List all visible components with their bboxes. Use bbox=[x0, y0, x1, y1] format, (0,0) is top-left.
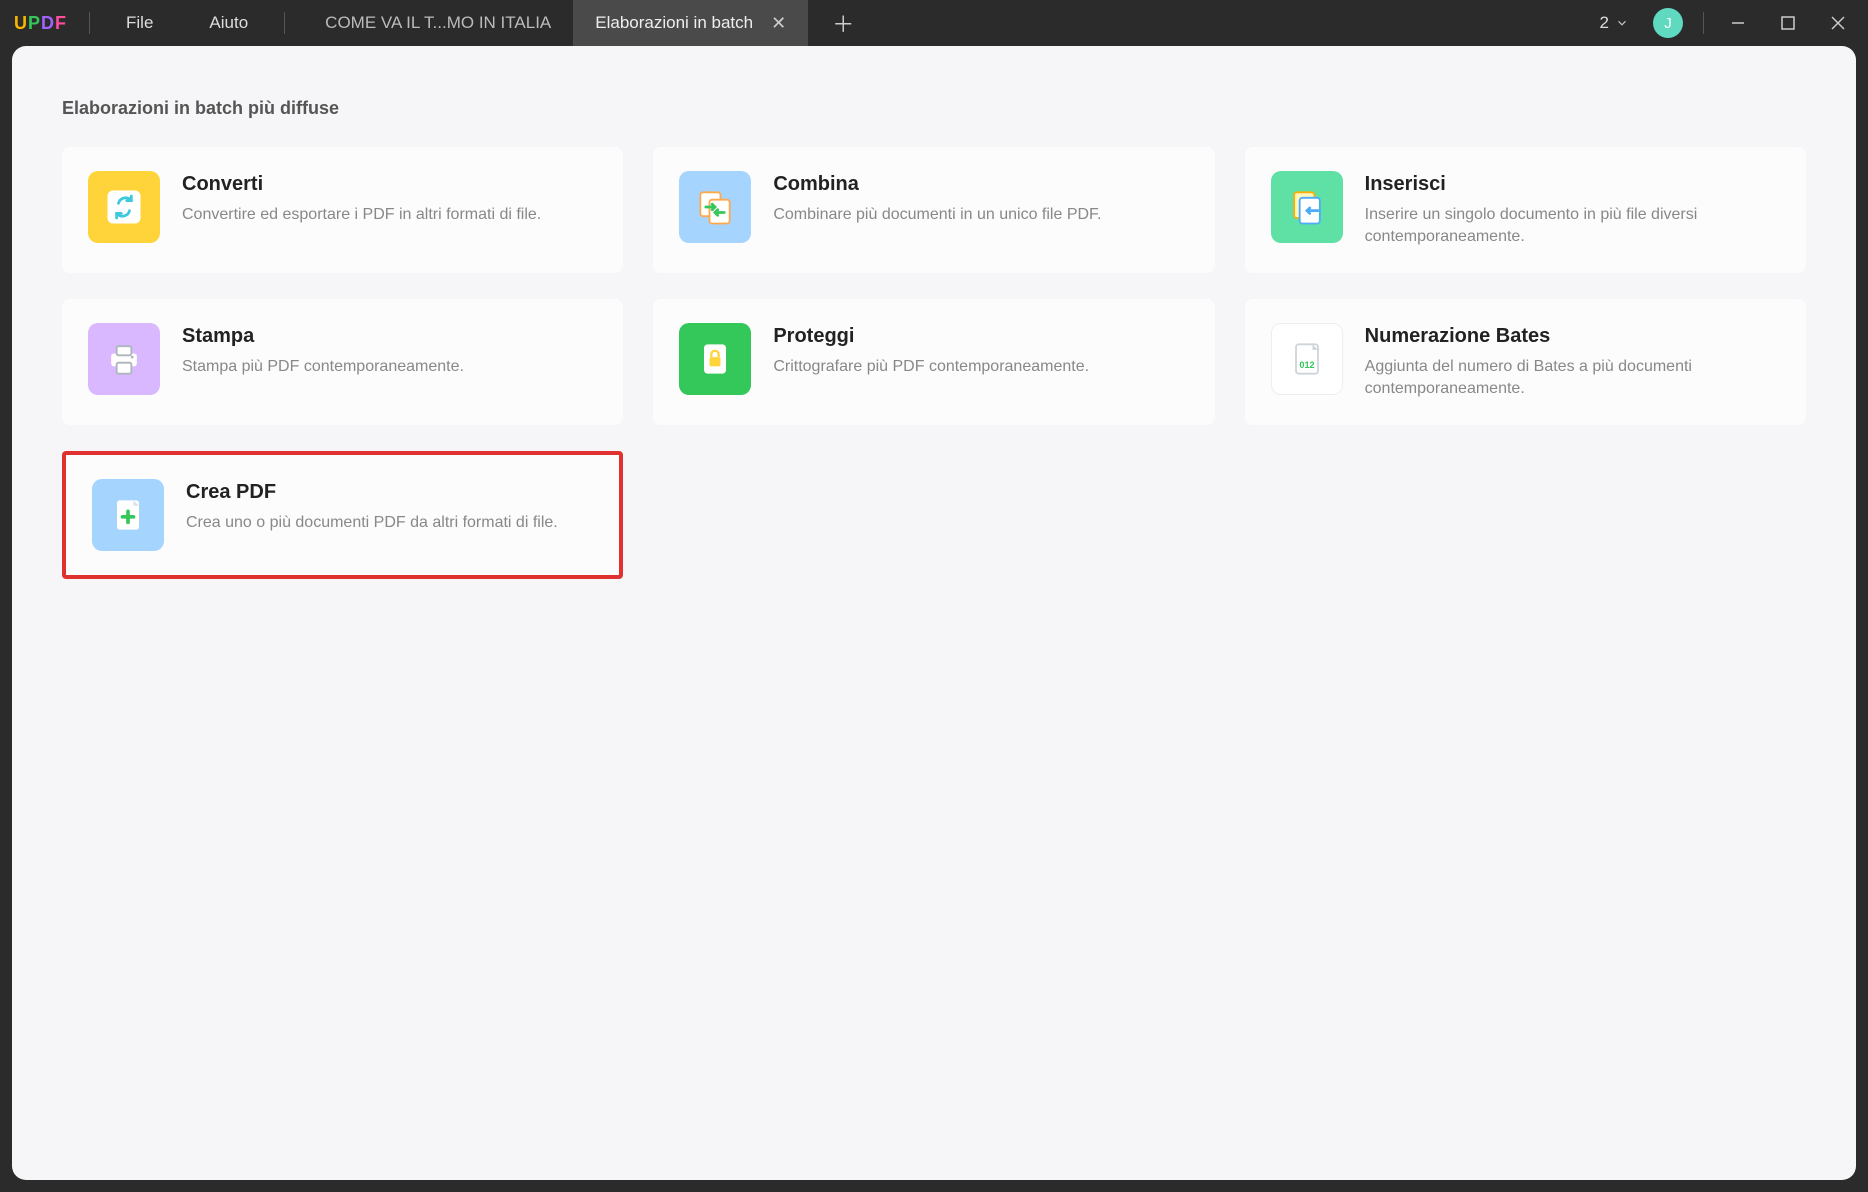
tab-batch[interactable]: Elaborazioni in batch ✕ bbox=[573, 0, 808, 46]
card-title: Inserisci bbox=[1365, 173, 1780, 196]
tab-label: COME VA IL T...MO IN ITALIA bbox=[325, 13, 551, 33]
insert-icon bbox=[1271, 171, 1343, 243]
card-insert[interactable]: Inserisci Inserire un singolo documento … bbox=[1245, 147, 1806, 273]
close-icon[interactable]: ✕ bbox=[771, 13, 786, 34]
minimize-button[interactable] bbox=[1716, 0, 1760, 46]
card-print[interactable]: Stampa Stampa più PDF contemporaneamente… bbox=[62, 299, 623, 425]
print-icon bbox=[88, 323, 160, 395]
card-desc: Convertire ed esportare i PDF in altri f… bbox=[182, 204, 597, 226]
card-desc: Stampa più PDF contemporaneamente. bbox=[182, 356, 597, 378]
cards-grid: Converti Convertire ed esportare i PDF i… bbox=[62, 147, 1806, 579]
maximize-icon bbox=[1781, 16, 1795, 30]
add-tab-button[interactable]: ＋ bbox=[822, 7, 864, 39]
tab-count-dropdown[interactable]: 2 bbox=[1590, 13, 1639, 33]
menu-file[interactable]: File bbox=[98, 0, 181, 46]
card-bates[interactable]: 012 Numerazione Bates Aggiunta del numer… bbox=[1245, 299, 1806, 425]
titlebar: UPDF File Aiuto COME VA IL T...MO IN ITA… bbox=[0, 0, 1868, 46]
card-create-pdf[interactable]: Crea PDF Crea uno o più documenti PDF da… bbox=[62, 451, 623, 579]
minimize-icon bbox=[1731, 16, 1745, 30]
titlebar-right: 2 J bbox=[1590, 0, 1868, 46]
create-pdf-icon bbox=[92, 479, 164, 551]
divider bbox=[284, 12, 285, 34]
card-desc: Crittografare più PDF contemporaneamente… bbox=[773, 356, 1188, 378]
card-title: Combina bbox=[773, 173, 1188, 196]
close-icon bbox=[1831, 16, 1845, 30]
divider bbox=[1703, 12, 1704, 34]
app-logo: UPDF bbox=[0, 13, 81, 34]
bates-icon: 012 bbox=[1271, 323, 1343, 395]
card-title: Converti bbox=[182, 173, 597, 196]
chevron-down-icon bbox=[1615, 16, 1629, 30]
svg-text:012: 012 bbox=[1299, 360, 1314, 370]
card-desc: Aggiunta del numero di Bates a più docum… bbox=[1365, 356, 1780, 401]
card-desc: Crea uno o più documenti PDF da altri fo… bbox=[186, 512, 593, 534]
close-button[interactable] bbox=[1816, 0, 1860, 46]
avatar-initial: J bbox=[1664, 15, 1672, 32]
convert-icon bbox=[88, 171, 160, 243]
menu-help[interactable]: Aiuto bbox=[181, 0, 276, 46]
card-protect[interactable]: Proteggi Crittografare più PDF contempor… bbox=[653, 299, 1214, 425]
card-title: Crea PDF bbox=[186, 481, 593, 504]
tab-strip: COME VA IL T...MO IN ITALIA Elaborazioni… bbox=[303, 0, 1589, 46]
card-desc: Combinare più documenti in un unico file… bbox=[773, 204, 1188, 226]
card-desc: Inserire un singolo documento in più fil… bbox=[1365, 204, 1780, 249]
main-content: Elaborazioni in batch più diffuse Conver… bbox=[12, 46, 1856, 1180]
count-label: 2 bbox=[1600, 13, 1609, 33]
card-title: Proteggi bbox=[773, 325, 1188, 348]
section-title: Elaborazioni in batch più diffuse bbox=[62, 98, 1806, 119]
tab-document[interactable]: COME VA IL T...MO IN ITALIA bbox=[303, 0, 573, 46]
maximize-button[interactable] bbox=[1766, 0, 1810, 46]
card-title: Numerazione Bates bbox=[1365, 325, 1780, 348]
card-title: Stampa bbox=[182, 325, 597, 348]
lock-icon bbox=[679, 323, 751, 395]
card-combine[interactable]: Combina Combinare più documenti in un un… bbox=[653, 147, 1214, 273]
avatar[interactable]: J bbox=[1653, 8, 1683, 38]
tab-label: Elaborazioni in batch bbox=[595, 13, 753, 33]
card-convert[interactable]: Converti Convertire ed esportare i PDF i… bbox=[62, 147, 623, 273]
combine-icon bbox=[679, 171, 751, 243]
divider bbox=[89, 12, 90, 34]
